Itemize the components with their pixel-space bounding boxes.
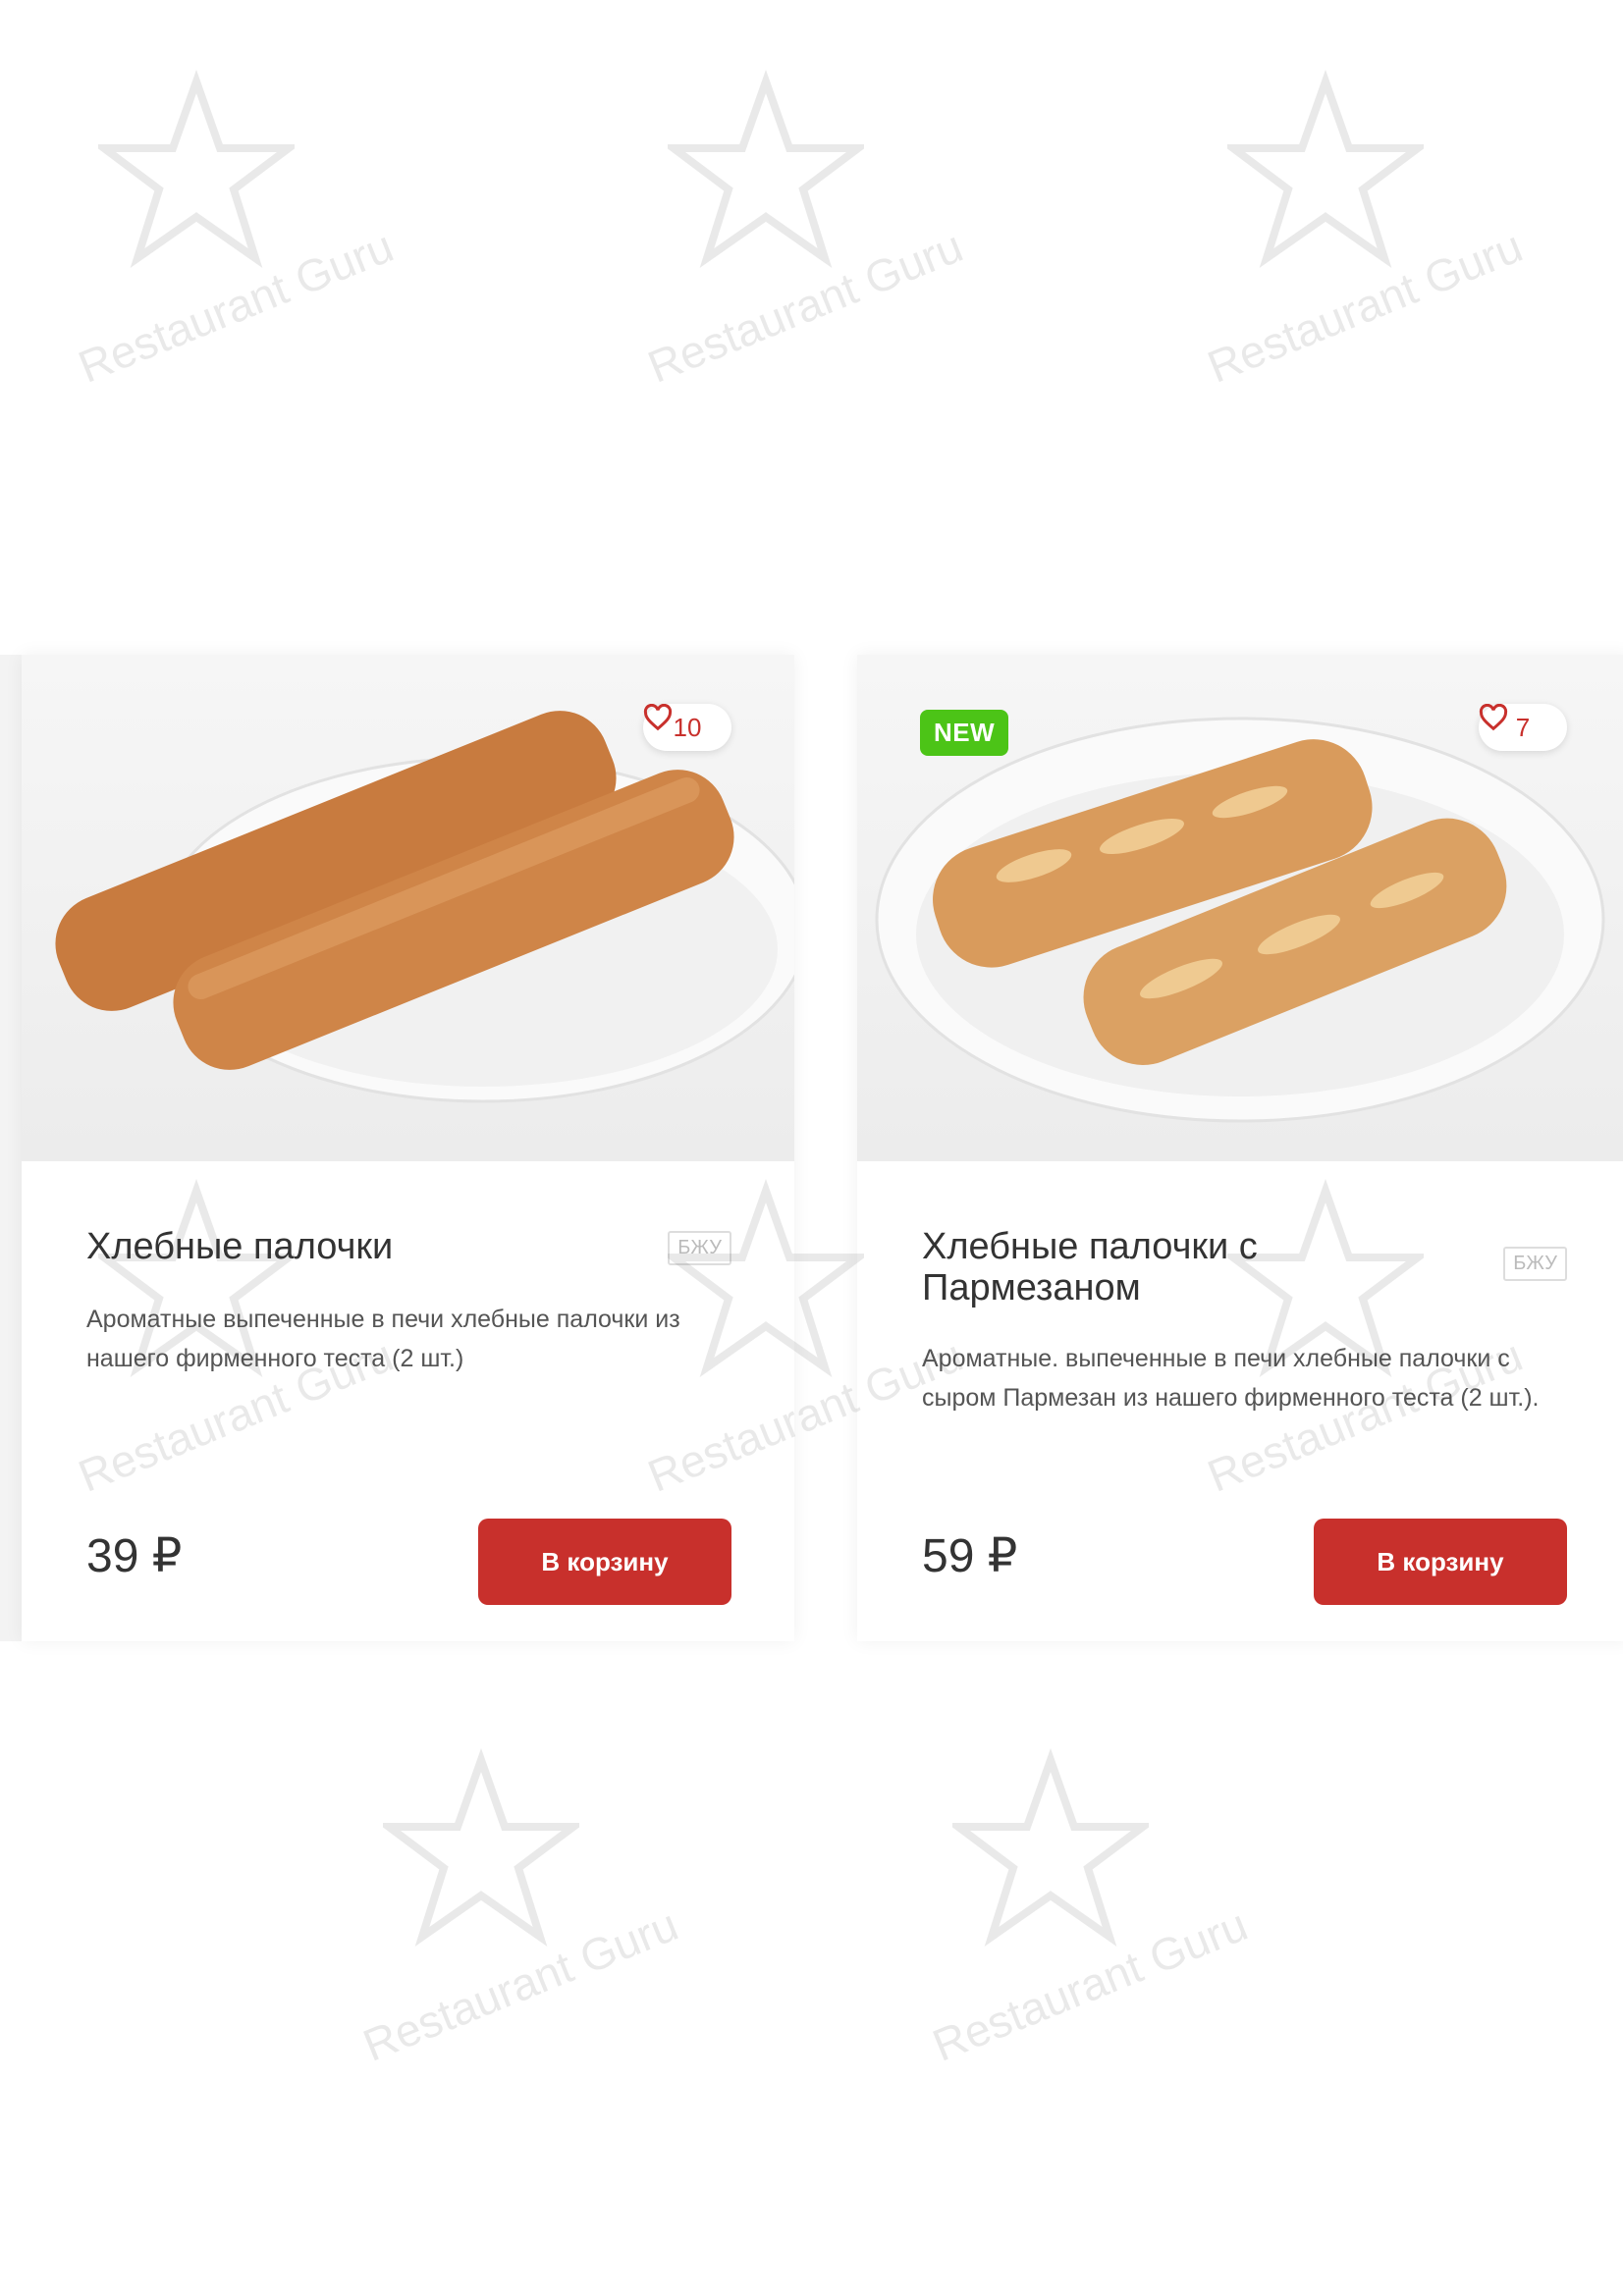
new-badge: NEW xyxy=(920,710,1009,756)
watermark: Restaurant Guru xyxy=(344,1747,697,2071)
star-fork-icon xyxy=(952,1747,1149,1948)
product-price: 59 ₽ xyxy=(922,1530,1018,1582)
product-card[interactable]: 10 Хлебные палочки БЖУ Ароматные выпечен… xyxy=(22,655,794,1641)
likes-count: 10 xyxy=(673,712,702,742)
likes-button[interactable]: 7 xyxy=(1479,704,1567,751)
product-title: Хлебные палочки с Пармезаном xyxy=(922,1226,1258,1308)
star-fork-icon xyxy=(1227,69,1424,269)
watermark: Restaurant Guru xyxy=(628,69,982,393)
add-to-cart-button[interactable]: В корзину xyxy=(1314,1519,1567,1605)
star-fork-icon xyxy=(98,69,295,269)
product-description: Ароматные выпеченные в печи хлебные пало… xyxy=(86,1306,680,1372)
watermark: Restaurant Guru xyxy=(913,1747,1267,2071)
neighbor-card-left xyxy=(0,655,22,1641)
star-fork-icon xyxy=(668,69,864,269)
product-photo[interactable]: NEW 7 xyxy=(857,655,1623,1161)
likes-count: 7 xyxy=(1515,712,1531,742)
product-price: 39 ₽ xyxy=(86,1530,183,1582)
product-card[interactable]: NEW 7 Хлебные палочки с Пармезаном БЖУ А… xyxy=(857,655,1623,1641)
add-to-cart-button[interactable]: В корзину xyxy=(478,1519,731,1605)
star-fork-icon xyxy=(383,1747,579,1948)
heart-icon xyxy=(643,704,673,731)
watermark: Restaurant Guru xyxy=(59,69,412,393)
product-description: Ароматные. выпеченные в печи хлебные пал… xyxy=(922,1345,1540,1412)
product-photo[interactable]: 10 xyxy=(22,655,794,1161)
watermark: Restaurant Guru xyxy=(1188,69,1542,393)
product-title: Хлебные палочки xyxy=(86,1226,394,1267)
heart-icon xyxy=(1479,704,1508,731)
bju-button[interactable]: БЖУ xyxy=(668,1231,731,1265)
likes-button[interactable]: 10 xyxy=(643,704,731,751)
bju-button[interactable]: БЖУ xyxy=(1503,1247,1567,1281)
